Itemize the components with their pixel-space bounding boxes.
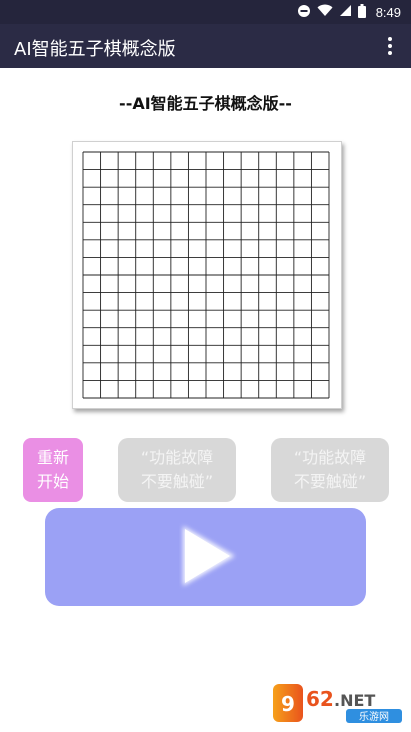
svg-text:乐游网: 乐游网 — [359, 710, 389, 723]
restart-label-line2: 开始 — [36, 472, 69, 491]
svg-text:.NET: .NET — [334, 691, 375, 710]
battery-icon — [357, 3, 366, 21]
fault-button-2-line2: 不要触碰” — [293, 472, 367, 491]
fault-button-2[interactable]: “功能故障 不要触碰” — [271, 438, 389, 502]
wifi-icon — [317, 4, 333, 20]
more-vert-icon[interactable] — [379, 34, 401, 58]
status-time: 8:49 — [375, 4, 401, 20]
signal-icon — [339, 4, 352, 20]
watermark-logo: 9 62 .NET 乐游网 — [272, 680, 406, 726]
app-title: AI智能五子棋概念版 — [14, 39, 176, 60]
page-heading: --AI智能五子棋概念版-- — [119, 94, 292, 113]
dnd-icon — [297, 4, 311, 21]
status-bar: 8:49 — [0, 0, 411, 24]
fault-button-1[interactable]: “功能故障 不要触碰” — [118, 438, 236, 502]
play-button[interactable] — [45, 508, 366, 606]
app-bar: AI智能五子棋概念版 — [0, 24, 411, 68]
play-icon — [183, 526, 235, 586]
fault-button-1-line1: “功能故障 — [140, 448, 214, 467]
fault-button-1-line2: 不要触碰” — [140, 472, 214, 491]
board-grid[interactable] — [82, 151, 330, 399]
fault-button-2-line1: “功能故障 — [293, 448, 367, 467]
svg-text:62: 62 — [306, 687, 334, 711]
gomoku-board[interactable] — [72, 141, 342, 409]
restart-button[interactable]: 重新 开始 — [23, 438, 83, 502]
svg-text:9: 9 — [281, 692, 295, 716]
restart-label-line1: 重新 — [36, 448, 69, 467]
